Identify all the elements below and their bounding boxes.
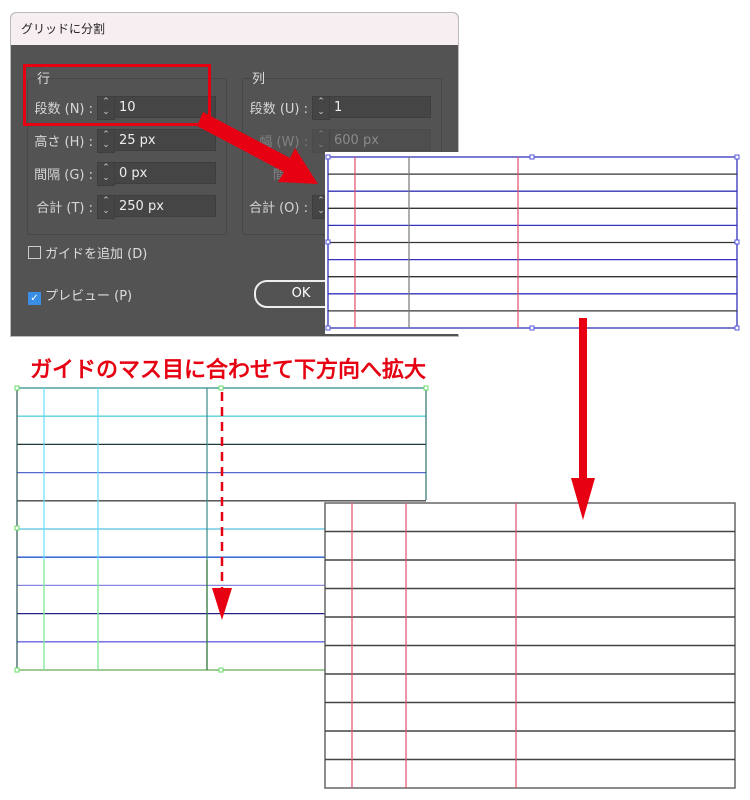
- grid-illustrations: [14, 112, 745, 789]
- anchor-handle: [14, 525, 20, 531]
- anchor-handle: [529, 325, 535, 331]
- diagonal-arrow: [197, 112, 318, 184]
- anchor-handle: [734, 239, 740, 245]
- anchor-handle: [14, 667, 20, 673]
- anchor-handle: [734, 325, 740, 331]
- anchor-handle: [325, 154, 331, 160]
- anchor-handle: [325, 325, 331, 331]
- anchor-handle: [423, 385, 429, 391]
- anchor-handle: [529, 154, 535, 160]
- anchor-handle: [218, 667, 224, 673]
- anchor-handle: [734, 154, 740, 160]
- anchor-handle: [325, 239, 331, 245]
- down-arrow-shaft: [579, 318, 587, 488]
- anchor-handle: [14, 385, 20, 391]
- anchor-handle: [218, 385, 224, 391]
